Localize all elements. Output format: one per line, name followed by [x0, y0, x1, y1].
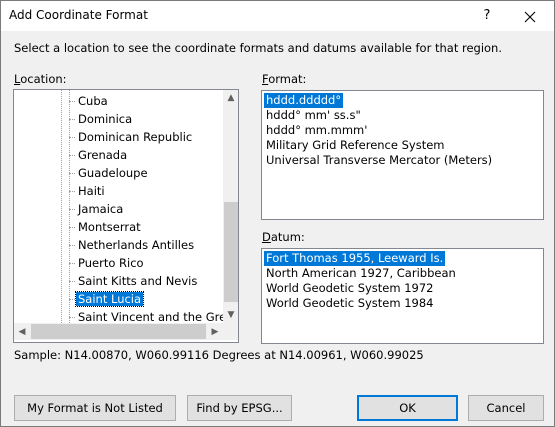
location-item-label: Saint Lucia: [74, 291, 145, 307]
tree-branch-line: [69, 281, 75, 282]
tree-branch-line: [69, 263, 75, 264]
location-tree[interactable]: Cuba Dominica Dominican Republic Grenada Gua…: [13, 89, 239, 343]
sample-text: Sample: N14.00870, W060.99116 Degrees at…: [14, 348, 424, 362]
location-item[interactable]: Montserrat: [14, 218, 223, 236]
my-format-not-listed-button[interactable]: My Format is Not Listed: [14, 395, 176, 421]
location-tree-items: Cuba Dominica Dominican Republic Grenada Gua…: [14, 90, 223, 323]
location-item[interactable]: Guadeloupe: [14, 164, 223, 182]
location-item-label: Guadeloupe: [78, 166, 148, 180]
scroll-left-icon[interactable]: ◀: [14, 324, 30, 340]
location-item[interactable]: Dominican Republic: [14, 128, 223, 146]
tree-branch-line: [69, 173, 75, 174]
location-label: Location:: [14, 72, 67, 86]
datum-list-item[interactable]: World Geodetic System 1972: [264, 281, 436, 296]
tree-branch-line: [69, 317, 75, 318]
location-vertical-scrollbar[interactable]: ▲ ▼: [223, 90, 238, 323]
location-horizontal-scrollbar[interactable]: ◀ ▶: [14, 323, 223, 340]
location-item-label: Grenada: [78, 148, 128, 162]
location-item-label: Haiti: [78, 184, 105, 198]
close-icon[interactable]: [515, 4, 545, 28]
datum-list-item[interactable]: World Geodetic System 1984: [264, 296, 436, 311]
vertical-scroll-thumb[interactable]: [224, 202, 238, 302]
cancel-button[interactable]: Cancel: [468, 395, 544, 421]
tree-branch-line: [69, 191, 75, 192]
location-item[interactable]: Puerto Rico: [14, 254, 223, 272]
add-coordinate-format-dialog: Add Coordinate Format ? Select a locatio…: [0, 0, 555, 427]
tree-branch-line: [69, 209, 75, 210]
format-list-item[interactable]: Military Grid Reference System: [264, 138, 447, 153]
location-item-label: Puerto Rico: [78, 256, 144, 270]
location-item-label: Jamaica: [78, 202, 124, 216]
location-item-label: Dominican Republic: [78, 130, 193, 144]
horizontal-scroll-thumb[interactable]: [31, 324, 206, 339]
scrollbar-corner: [223, 323, 238, 340]
location-item-label: Saint Vincent and the Grena: [78, 310, 223, 323]
tree-branch-line: [69, 245, 75, 246]
location-item-label: Montserrat: [78, 220, 141, 234]
tree-branch-line: [69, 227, 75, 228]
location-item-label: Dominica: [78, 112, 133, 126]
tree-branch-line: [69, 155, 75, 156]
location-item-label: Cuba: [78, 94, 108, 108]
datum-list-item[interactable]: North American 1927, Caribbean: [264, 266, 458, 281]
location-item[interactable]: Dominica: [14, 110, 223, 128]
location-item-label: Saint Kitts and Nevis: [78, 274, 198, 288]
scroll-down-icon[interactable]: ▼: [223, 307, 238, 323]
intro-text: Select a location to see the coordinate …: [14, 41, 503, 55]
scroll-up-icon[interactable]: ▲: [223, 90, 238, 106]
tree-branch-line: [69, 137, 75, 138]
tree-branch-line: [69, 101, 75, 102]
tree-branch-line: [69, 119, 75, 120]
location-item[interactable]: Netherlands Antilles: [14, 236, 223, 254]
scroll-right-icon[interactable]: ▶: [207, 324, 223, 340]
format-list-item[interactable]: hddd° mm.mmm': [264, 123, 369, 138]
location-item[interactable]: Jamaica: [14, 200, 223, 218]
help-icon[interactable]: ?: [475, 5, 499, 27]
datum-label: Datum:: [262, 230, 305, 244]
location-item-label: Netherlands Antilles: [78, 238, 195, 252]
format-label: Format:: [262, 72, 307, 86]
format-list-item[interactable]: hddd° mm' ss.s": [264, 108, 363, 123]
location-item[interactable]: Saint Lucia: [14, 290, 223, 308]
location-item[interactable]: Cuba: [14, 92, 223, 110]
tree-branch-line: [69, 299, 75, 300]
location-item[interactable]: Haiti: [14, 182, 223, 200]
datum-list-item[interactable]: Fort Thomas 1955, Leeward Is.: [262, 250, 447, 267]
window-title: Add Coordinate Format: [9, 8, 148, 22]
format-list-item[interactable]: hddd.ddddd°: [262, 92, 345, 109]
datum-list[interactable]: Fort Thomas 1955, Leeward Is. North Ameri…: [261, 248, 544, 344]
find-by-epsg-button[interactable]: Find by EPSG...: [187, 395, 292, 421]
format-list-item[interactable]: Universal Transverse Mercator (Meters): [264, 153, 494, 168]
location-item[interactable]: Saint Vincent and the Grena: [14, 308, 223, 323]
format-list[interactable]: hddd.ddddd° hddd° mm' ss.s" hddd° mm.mmm' M…: [261, 90, 544, 220]
title-bar: Add Coordinate Format ?: [1, 1, 554, 31]
ok-button[interactable]: OK: [357, 395, 458, 421]
location-item[interactable]: Grenada: [14, 146, 223, 164]
location-item[interactable]: Saint Kitts and Nevis: [14, 272, 223, 290]
